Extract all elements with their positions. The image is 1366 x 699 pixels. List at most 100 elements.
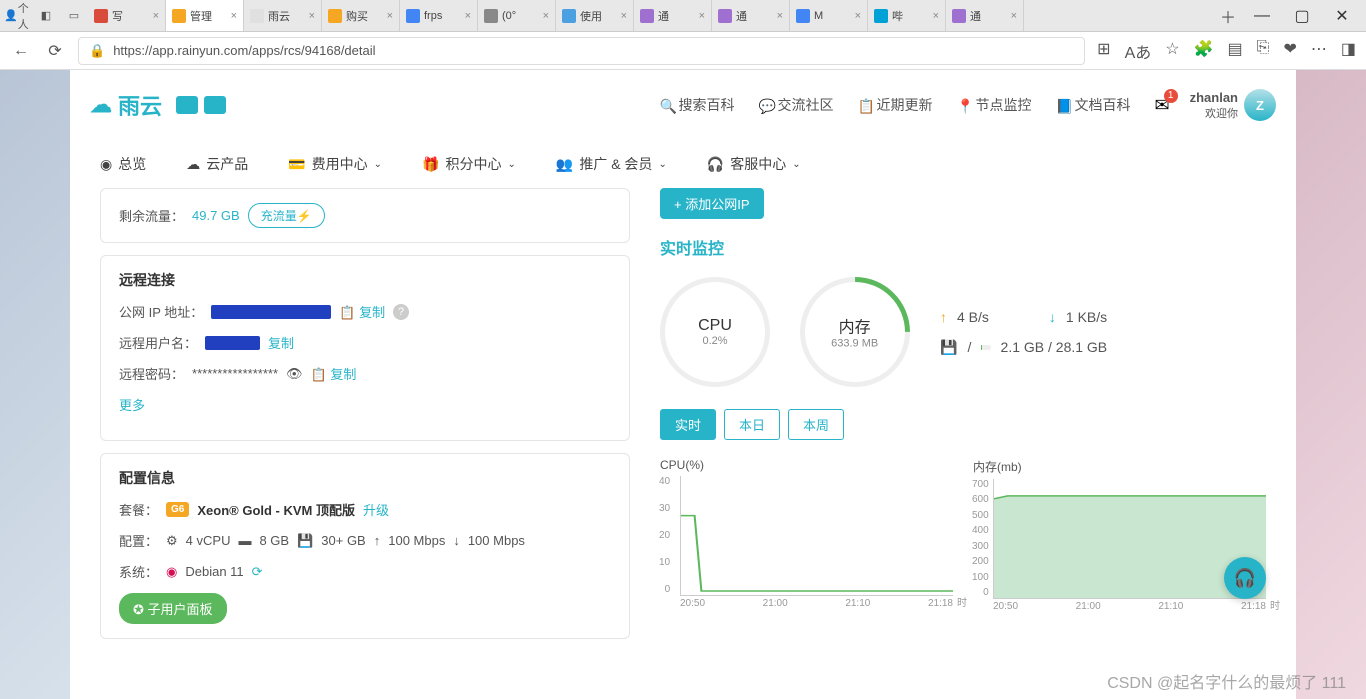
browser-tab-strip: 👤个人 ◧ ▭ 写×管理×雨云×购买×frps×(0°×使用×通×通×M×哔×通… xyxy=(0,0,1366,32)
close-tab-icon[interactable]: × xyxy=(855,10,861,22)
watermark: CSDN @起名字什么的最烦了 111 xyxy=(1107,669,1346,693)
g6-badge: G6 xyxy=(166,502,189,517)
time-range-button[interactable]: 实时 xyxy=(660,409,716,440)
subnav-item[interactable]: 🎁积分中心 ⌄ xyxy=(422,154,516,174)
time-range-button[interactable]: 本周 xyxy=(788,409,844,440)
close-tab-icon[interactable]: × xyxy=(699,10,705,22)
browser-tab[interactable]: 通× xyxy=(712,0,790,31)
workspaces-icon[interactable]: ◧ xyxy=(32,4,60,28)
browser-tab[interactable]: M× xyxy=(790,0,868,31)
close-tab-icon[interactable]: × xyxy=(465,10,471,22)
sidebar-icon[interactable]: ◨ xyxy=(1341,39,1356,63)
monitor-title: 实时监控 xyxy=(660,235,1266,259)
close-tab-icon[interactable]: × xyxy=(309,10,315,22)
time-range-button[interactable]: 本日 xyxy=(724,409,780,440)
close-tab-icon[interactable]: × xyxy=(1011,10,1017,22)
topnav-link[interactable]: 📘文档百科 xyxy=(1056,95,1131,115)
subnav-item[interactable]: 💳费用中心 ⌄ xyxy=(288,154,382,174)
traffic-label: 剩余流量： xyxy=(119,206,184,225)
refresh-os-icon[interactable]: ⟳ xyxy=(252,564,263,580)
copy-ip-button[interactable]: 📋 复制 xyxy=(339,302,385,321)
copy-pwd-button[interactable]: 📋 复制 xyxy=(311,364,357,383)
cpu-icon: ⚙ xyxy=(166,533,178,549)
config-card: 配置信息 套餐： G6 Xeon® Gold - KVM 顶配版 升级 配置： … xyxy=(100,453,630,639)
back-button[interactable]: ← xyxy=(10,40,32,62)
subnav-item[interactable]: ☁云产品 xyxy=(186,154,248,174)
user-info[interactable]: zhanlan 欢迎你 Z xyxy=(1190,89,1276,121)
close-tab-icon[interactable]: × xyxy=(933,10,939,22)
new-tab-button[interactable]: ＋ xyxy=(1214,4,1242,28)
extensions-icon[interactable]: 🧩 xyxy=(1194,39,1214,63)
maximize-button[interactable]: ▢ xyxy=(1282,2,1322,30)
sub-nav: ◉总览 ☁云产品 💳费用中心 ⌄ 🎁积分中心 ⌄ 👥推广 & 会员 ⌄ 🎧客服中心 ⌄ xyxy=(70,140,1296,188)
collections-icon[interactable]: ▤ xyxy=(1228,39,1243,63)
sub-user-panel-button[interactable]: ✪ 子用户面板 xyxy=(119,593,227,624)
support-fab[interactable]: 🎧 xyxy=(1224,557,1266,599)
topnav-link[interactable]: 💬交流社区 xyxy=(759,95,834,115)
memory-gauge: 内存 633.9 MB xyxy=(777,254,933,410)
browser-tab[interactable]: 使用× xyxy=(556,0,634,31)
remote-card: 远程连接 公网 IP 地址： 📋 复制 ? 远程用户名： 复制 远程密码： xyxy=(100,255,630,441)
debian-icon: ◉ xyxy=(166,564,177,580)
more-link[interactable]: 更多 xyxy=(119,395,145,414)
tabview-icon[interactable]: ▭ xyxy=(60,4,88,28)
favorite-icon[interactable]: ☆ xyxy=(1165,39,1179,63)
config-title: 配置信息 xyxy=(119,468,611,488)
browser-tab[interactable]: 写× xyxy=(88,0,166,31)
close-window-button[interactable]: ✕ xyxy=(1322,2,1362,30)
close-tab-icon[interactable]: × xyxy=(777,10,783,22)
browser-tab[interactable]: (0°× xyxy=(478,0,556,31)
address-bar: ← ⟳ 🔒 https://app.rainyun.com/apps/rcs/9… xyxy=(0,32,1366,70)
header-badge-1[interactable] xyxy=(176,96,198,114)
mail-icon[interactable]: ✉1 xyxy=(1155,95,1170,116)
add-public-ip-button[interactable]: + 添加公网IP xyxy=(660,188,764,219)
browser-tab[interactable]: 通× xyxy=(946,0,1024,31)
apps-icon[interactable]: ⊞ xyxy=(1097,39,1110,63)
topnav-link[interactable]: 📍节点监控 xyxy=(957,95,1032,115)
disk-usage-bar xyxy=(981,345,990,350)
remote-user-label: 远程用户名： xyxy=(119,333,197,352)
subnav-item[interactable]: ◉总览 xyxy=(100,154,146,174)
eye-icon[interactable]: 👁 xyxy=(286,366,303,382)
subnav-item[interactable]: 🎧客服中心 ⌄ xyxy=(707,154,801,174)
more-icon[interactable]: ⋯ xyxy=(1311,39,1327,63)
browser-tab[interactable]: 通× xyxy=(634,0,712,31)
close-tab-icon[interactable]: × xyxy=(543,10,549,22)
profile-button[interactable]: 👤个人 xyxy=(4,4,32,28)
remote-user-censored xyxy=(205,336,260,350)
browser-tab[interactable]: frps× xyxy=(400,0,478,31)
down-value: 100 Mbps xyxy=(468,533,525,548)
close-tab-icon[interactable]: × xyxy=(621,10,627,22)
subnav-item[interactable]: 👥推广 & 会员 ⌄ xyxy=(556,154,667,174)
header-badge-2[interactable] xyxy=(204,96,226,114)
avatar[interactable]: Z xyxy=(1244,89,1276,121)
close-tab-icon[interactable]: × xyxy=(231,10,237,22)
upload-arrow-icon: ↑ xyxy=(940,309,947,325)
browser-tab[interactable]: 雨云× xyxy=(244,0,322,31)
close-tab-icon[interactable]: × xyxy=(153,10,159,22)
welcome-text: 欢迎你 xyxy=(1190,105,1238,121)
topnav-link[interactable]: 🔍搜索百科 xyxy=(660,95,735,115)
chevron-down-icon: ⌄ xyxy=(792,159,800,170)
topnav-link[interactable]: 📋近期更新 xyxy=(858,95,933,115)
os-label: 系统： xyxy=(119,562,158,581)
copy-user-button[interactable]: 复制 xyxy=(268,333,294,352)
mail-badge: 1 xyxy=(1164,89,1178,103)
health-icon[interactable]: ❤ xyxy=(1283,39,1296,63)
traffic-card: 剩余流量： 49.7 GB 充流量⚡ xyxy=(100,188,630,243)
recharge-traffic-button[interactable]: 充流量⚡ xyxy=(248,203,325,228)
browser-tab[interactable]: 哔× xyxy=(868,0,946,31)
browser-tab[interactable]: 管理× xyxy=(166,0,244,31)
close-tab-icon[interactable]: × xyxy=(387,10,393,22)
browser-tab[interactable]: 购买× xyxy=(322,0,400,31)
url-input[interactable]: 🔒 https://app.rainyun.com/apps/rcs/94168… xyxy=(78,37,1085,65)
minimize-button[interactable]: — xyxy=(1242,2,1282,30)
brand-logo[interactable]: ☁ 雨云 xyxy=(90,89,162,121)
sync-icon[interactable]: ⎘ xyxy=(1257,39,1270,63)
read-aloud-icon[interactable]: Aあ xyxy=(1125,39,1152,63)
upgrade-link[interactable]: 升级 xyxy=(363,500,389,519)
disk-icon: 💾 xyxy=(297,533,313,549)
refresh-button[interactable]: ⟳ xyxy=(44,40,66,62)
lock-icon: 🔒 xyxy=(89,43,105,59)
help-icon[interactable]: ? xyxy=(393,304,409,320)
